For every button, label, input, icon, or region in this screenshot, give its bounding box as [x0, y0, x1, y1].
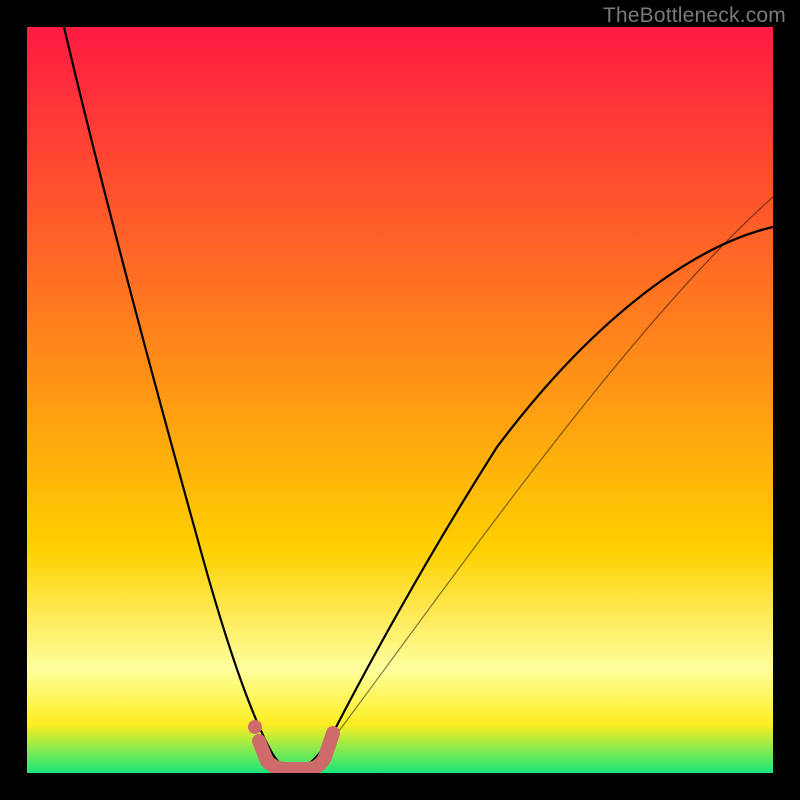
chart-svg: [27, 27, 773, 773]
watermark-text: TheBottleneck.com: [603, 4, 786, 28]
chart-frame: TheBottleneck.com: [0, 0, 800, 800]
chart-gradient-background: [27, 27, 773, 773]
chart-plot-area: [27, 27, 773, 773]
marker-dot-icon: [248, 720, 262, 734]
